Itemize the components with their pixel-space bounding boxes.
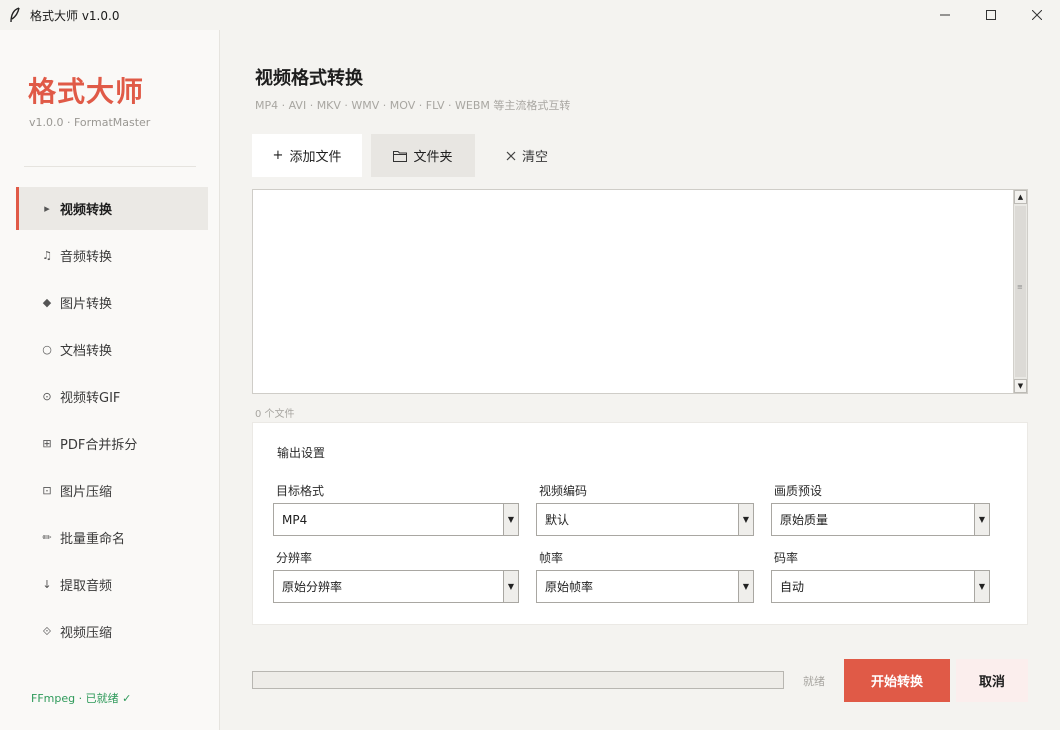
sidebar-item-video-to-gif[interactable]: ⊙ 视频转GIF (16, 375, 208, 418)
folder-label: 文件夹 (413, 150, 453, 165)
diamond-icon: ◆ (42, 296, 52, 309)
frame-rate-select[interactable]: 原始帧率 ▼ (536, 570, 754, 603)
title-bar: 格式大师 v1.0.0 (0, 0, 1060, 30)
folder-button[interactable]: 文件夹 (371, 134, 475, 177)
sidebar-item-label: 文档转换 (60, 344, 113, 359)
close-icon[interactable] (1014, 0, 1060, 30)
file-list-scrollbar[interactable]: ▲ ≡ ▼ (1013, 190, 1027, 393)
frame-rate-label: 帧率 (539, 551, 564, 565)
select-value: 自动 (780, 580, 805, 594)
sidebar-item-video-convert[interactable]: ▸ 视频转换 (16, 187, 208, 230)
file-count: 0 个文件 (255, 409, 295, 420)
start-convert-button[interactable]: 开始转换 (844, 659, 950, 702)
target-format-label: 目标格式 (276, 484, 325, 498)
clear-button[interactable]: 清空 (493, 134, 561, 177)
add-file-label: 添加文件 (289, 150, 342, 165)
bitrate-label: 码率 (774, 551, 799, 565)
sidebar-item-batch-rename[interactable]: ✏ 批量重命名 (16, 516, 208, 559)
sidebar-item-label: 视频转GIF (60, 391, 121, 406)
music-note-icon: ♫ (42, 249, 52, 262)
scroll-down-icon[interactable]: ▼ (1014, 379, 1027, 393)
chevron-down-icon[interactable]: ▼ (738, 504, 753, 535)
grip-icon: ≡ (1017, 283, 1023, 291)
sidebar-item-label: PDF合并拆分 (60, 438, 138, 453)
chevron-down-icon[interactable]: ▼ (738, 571, 753, 602)
status-text: 就绪 (803, 675, 825, 688)
file-list[interactable]: ▲ ≡ ▼ (252, 189, 1028, 394)
select-value: 原始分辨率 (282, 580, 343, 594)
sidebar-item-label: 批量重命名 (60, 532, 126, 547)
page-title: 视频格式转换 (255, 68, 363, 89)
rhombus-icon: ⟐ (42, 624, 52, 638)
output-settings-panel: 输出设置 目标格式 MP4 ▼ 视频编码 默认 ▼ 画质预设 原始质量 ▼ 分辨… (252, 422, 1028, 625)
sidebar-item-label: 图片转换 (60, 297, 113, 312)
sidebar-item-label: 视频压缩 (60, 626, 113, 641)
brand-version: v1.0.0 · FormatMaster (29, 116, 151, 129)
brand-logo: 格式大师 (28, 75, 145, 108)
video-codec-label: 视频编码 (539, 484, 588, 498)
maximize-icon[interactable] (968, 0, 1014, 30)
plus-icon: + (272, 148, 284, 163)
sidebar-item-image-compress[interactable]: ⊡ 图片压缩 (16, 469, 208, 512)
sidebar-item-doc-convert[interactable]: ○ 文档转换 (16, 328, 208, 371)
cancel-button[interactable]: 取消 (956, 659, 1028, 702)
chevron-down-icon[interactable]: ▼ (503, 571, 518, 602)
select-value: 原始质量 (780, 513, 829, 527)
resolution-label: 分辨率 (276, 551, 313, 565)
circle-icon: ○ (42, 343, 52, 356)
page-subtitle: MP4 · AVI · MKV · WMV · MOV · FLV · WEBM… (255, 99, 571, 112)
pencil-icon: ✏ (42, 531, 52, 544)
down-arrow-icon: ↓ (42, 578, 52, 591)
sidebar-item-label: 图片压缩 (60, 485, 113, 500)
sidebar: 格式大师 v1.0.0 · FormatMaster ▸ 视频转换 ♫ 音频转换… (0, 30, 220, 730)
sidebar-item-audio-convert[interactable]: ♫ 音频转换 (16, 234, 208, 277)
select-value: 原始帧率 (545, 580, 594, 594)
add-file-button[interactable]: + 添加文件 (252, 134, 362, 177)
clear-label: 清空 (521, 150, 548, 165)
sidebar-item-pdf-merge-split[interactable]: ⊞ PDF合并拆分 (16, 422, 208, 465)
window-controls (922, 0, 1060, 30)
resolution-select[interactable]: 原始分辨率 ▼ (273, 570, 519, 603)
settings-title: 输出设置 (277, 446, 326, 460)
minimize-icon[interactable] (922, 0, 968, 30)
target-icon: ⊙ (42, 390, 52, 403)
scroll-thumb[interactable] (1015, 206, 1026, 377)
grid-icon: ⊞ (42, 437, 52, 450)
chevron-down-icon[interactable]: ▼ (974, 571, 989, 602)
close-icon (506, 151, 516, 161)
sidebar-item-label: 音频转换 (60, 250, 113, 265)
play-icon: ▸ (44, 202, 50, 215)
scroll-up-icon[interactable]: ▲ (1014, 190, 1027, 204)
chevron-down-icon[interactable]: ▼ (503, 504, 518, 535)
bitrate-select[interactable]: 自动 ▼ (771, 570, 990, 603)
target-format-select[interactable]: MP4 ▼ (273, 503, 519, 536)
video-codec-select[interactable]: 默认 ▼ (536, 503, 754, 536)
sidebar-item-label: 视频转换 (60, 203, 113, 218)
square-icon: ⊡ (42, 484, 52, 497)
sidebar-item-video-compress[interactable]: ⟐ 视频压缩 (16, 610, 208, 653)
sidebar-nav: ▸ 视频转换 ♫ 音频转换 ◆ 图片转换 ○ 文档转换 ⊙ 视频转GIF ⊞ P… (16, 187, 208, 657)
sidebar-divider (24, 166, 196, 167)
quality-preset-select[interactable]: 原始质量 ▼ (771, 503, 990, 536)
select-value: MP4 (282, 512, 308, 527)
feather-icon (0, 0, 30, 30)
select-value: 默认 (545, 513, 570, 527)
chevron-down-icon[interactable]: ▼ (974, 504, 989, 535)
ffmpeg-status: FFmpeg · 已就绪 ✓ (31, 692, 132, 705)
quality-preset-label: 画质预设 (774, 484, 823, 498)
sidebar-item-extract-audio[interactable]: ↓ 提取音频 (16, 563, 208, 606)
progress-bar (252, 671, 784, 689)
sidebar-item-image-convert[interactable]: ◆ 图片转换 (16, 281, 208, 324)
folder-icon (393, 150, 408, 162)
window-title: 格式大师 v1.0.0 (30, 8, 120, 23)
sidebar-item-label: 提取音频 (60, 579, 113, 594)
